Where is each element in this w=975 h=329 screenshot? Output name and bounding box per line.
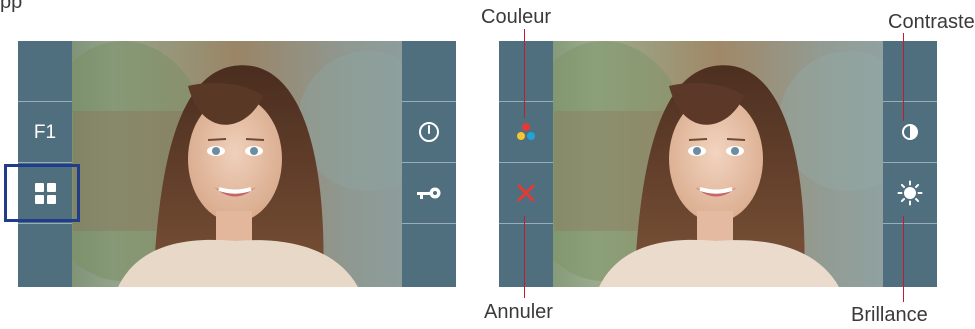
settings-left-slot-4 [499, 224, 553, 287]
contrast-button[interactable] [883, 102, 937, 163]
annuler-callout-line [524, 216, 525, 298]
contraste-callout-label: Contraste [888, 11, 975, 33]
power-icon [419, 122, 439, 142]
brightness-icon [897, 180, 923, 206]
power-button[interactable] [402, 102, 456, 163]
settings-right-slot-1 [883, 41, 937, 102]
color-button[interactable] [499, 102, 553, 163]
visitor-video-image [18, 41, 456, 287]
brightness-button[interactable] [883, 163, 937, 224]
close-icon [517, 184, 535, 202]
f1-label: F1 [33, 121, 57, 143]
brillance-callout-label: Brillance [851, 304, 928, 326]
right-slot-1 [402, 41, 456, 102]
couleur-callout-label: Couleur [481, 6, 552, 28]
right-control-panel [402, 41, 456, 287]
visitor-video-image-adjusted [499, 41, 937, 287]
settings-right-panel [883, 41, 937, 287]
annuler-callout-label: Annuler [484, 301, 553, 323]
video-monitor-screen-right [499, 41, 937, 287]
cropped-header-text: pp [0, 0, 23, 13]
intercom-settings-figure: { "top_fragment": "pp", "left_screen": {… [0, 0, 975, 329]
door-key-icon [417, 187, 441, 199]
settings-left-panel [499, 41, 553, 287]
color-dots-icon [517, 123, 535, 140]
brillance-callout-line [903, 216, 904, 302]
menu-button-highlight [4, 164, 80, 222]
contrast-icon [902, 124, 918, 140]
contraste-callout-line [903, 33, 904, 121]
cancel-button[interactable] [499, 163, 553, 224]
couleur-callout-line [524, 29, 525, 118]
door-open-button[interactable] [402, 163, 456, 224]
video-monitor-screen-left: F1 [18, 41, 456, 287]
right-slot-4 [402, 224, 456, 287]
left-slot-1 [18, 41, 72, 102]
f1-button[interactable]: F1 [18, 102, 72, 163]
left-slot-4 [18, 224, 72, 287]
settings-right-slot-4 [883, 224, 937, 287]
settings-left-slot-1 [499, 41, 553, 102]
